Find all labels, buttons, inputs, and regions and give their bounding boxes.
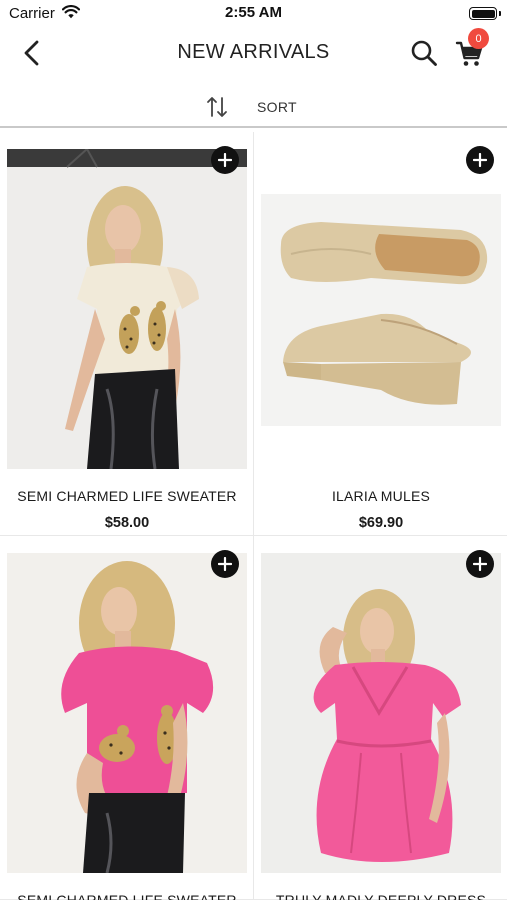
cart-count-badge: 0 (468, 28, 489, 49)
product-card[interactable]: ILARIA MULES $69.90 (254, 132, 507, 536)
product-image[interactable] (7, 149, 247, 469)
status-time: 2:55 AM (225, 4, 282, 21)
search-icon (411, 40, 437, 66)
product-name[interactable]: SEMI CHARMED LIFE SWEATER (0, 488, 254, 504)
sort-label: SORT (257, 99, 297, 115)
plus-icon (473, 557, 487, 571)
product-card[interactable]: SEMI CHARMED LIFE SWEATER (0, 536, 254, 900)
product-name[interactable]: ILARIA MULES (254, 488, 507, 504)
plus-icon (218, 153, 232, 167)
plus-icon (473, 153, 487, 167)
add-to-cart-button[interactable] (466, 146, 494, 174)
add-to-cart-button[interactable] (211, 146, 239, 174)
add-to-cart-button[interactable] (466, 550, 494, 578)
battery-icon (469, 7, 497, 20)
product-image[interactable] (7, 553, 247, 873)
search-button[interactable] (408, 37, 440, 69)
status-bar: Carrier 2:55 AM (0, 0, 507, 28)
product-name[interactable]: SEMI CHARMED LIFE SWEATER (0, 892, 254, 900)
sort-button[interactable]: SORT (205, 92, 297, 122)
product-price: $58.00 (104, 515, 150, 531)
sort-arrows-icon (207, 97, 227, 117)
navigation-bar: NEW ARRIVALS 0 (0, 28, 507, 78)
product-card[interactable]: SEMI CHARMED LIFE SWEATER $58.00 (0, 132, 254, 536)
sort-bar: SORT (0, 86, 507, 128)
product-image[interactable] (261, 194, 501, 426)
product-price: $69.90 (358, 515, 404, 531)
battery-cap (499, 11, 501, 16)
add-to-cart-button[interactable] (211, 550, 239, 578)
product-card[interactable]: TRULY MADLY DEEPLY DRESS (254, 536, 507, 900)
product-name[interactable]: TRULY MADLY DEEPLY DRESS (254, 892, 507, 900)
product-grid: SEMI CHARMED LIFE SWEATER $58.00 ILARIA … (0, 132, 507, 900)
product-image[interactable] (261, 553, 501, 873)
plus-icon (218, 557, 232, 571)
